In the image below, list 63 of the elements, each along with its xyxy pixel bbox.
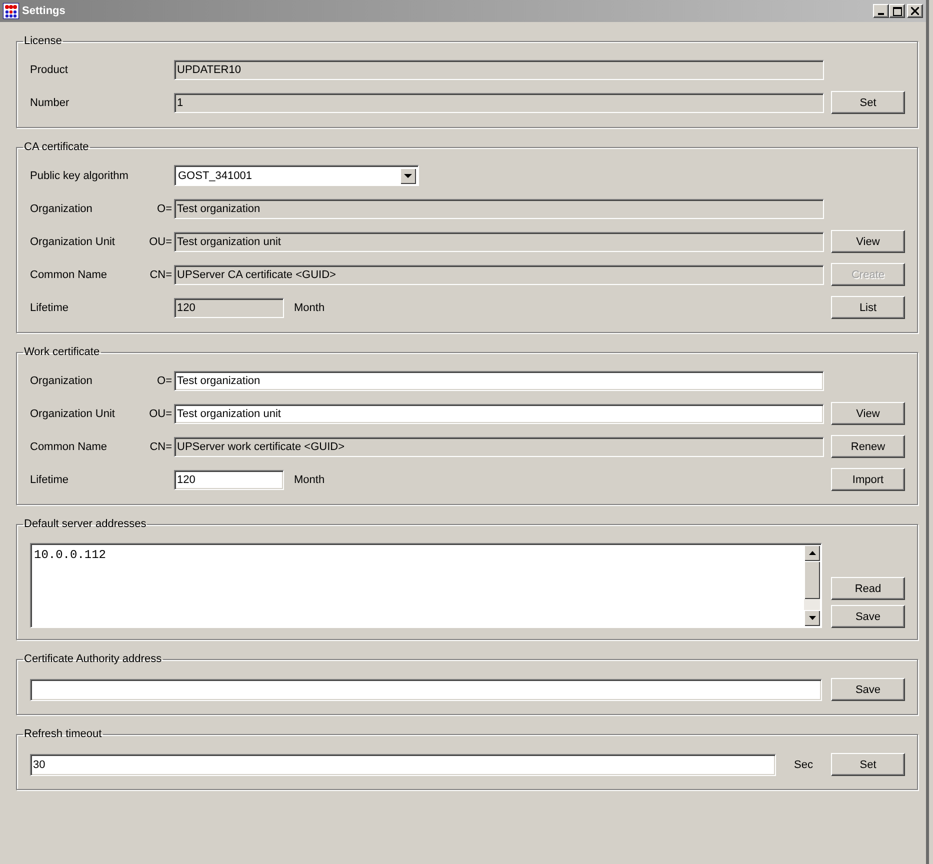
group-title: Work certificate: [23, 346, 101, 358]
algorithm-dropdown[interactable]: GOST_341001: [174, 165, 419, 186]
action-button[interactable]: Save: [831, 678, 905, 701]
unit-label: Month: [294, 302, 325, 314]
text-field[interactable]: Test organization: [174, 370, 824, 390]
field-prefix: CN=: [150, 440, 173, 452]
action-button[interactable]: Set: [831, 91, 905, 114]
up-arrow-icon: [808, 551, 816, 555]
field-label: Organization Unit: [30, 236, 116, 248]
app-icon: [3, 3, 19, 19]
action-button[interactable]: Read: [831, 577, 905, 600]
text-field[interactable]: Test organization: [174, 198, 824, 218]
text-field[interactable]: 120: [174, 298, 284, 318]
maximize-button[interactable]: [889, 4, 905, 18]
text-field[interactable]: UPServer work certificate <GUID>: [174, 436, 824, 456]
maximize-icon: [892, 6, 902, 16]
scrollbar-thumb[interactable]: [804, 561, 820, 599]
field-label: Lifetime: [30, 474, 70, 486]
minimize-button[interactable]: [873, 4, 889, 18]
field-prefix: CN=: [150, 268, 173, 280]
field-label: Lifetime: [30, 302, 70, 314]
action-button[interactable]: Save: [831, 605, 905, 628]
text-field[interactable]: [30, 678, 822, 700]
text-field[interactable]: UPServer CA certificate <GUID>: [174, 264, 824, 284]
text-field[interactable]: Test organization unit: [174, 404, 824, 424]
action-button[interactable]: View: [831, 402, 905, 425]
action-button[interactable]: Import: [831, 468, 905, 491]
window-title: Settings: [22, 5, 66, 17]
field-label: Organization Unit: [30, 408, 116, 420]
text-field[interactable]: Test organization unit: [174, 232, 824, 252]
group-title: Certificate Authority address: [23, 653, 163, 665]
action-button[interactable]: List: [831, 296, 905, 319]
field-prefix: OU=: [149, 408, 173, 420]
action-button[interactable]: View: [831, 230, 905, 253]
group-title: Default server addresses: [23, 518, 148, 530]
field-label: Product: [30, 64, 69, 76]
field-label: Number: [30, 96, 70, 108]
close-icon: [911, 7, 919, 15]
field-label: Organization: [30, 202, 94, 214]
text-field[interactable]: UPDATER10: [174, 60, 824, 80]
action-button[interactable]: Renew: [831, 435, 905, 458]
group-title: Refresh timeout: [23, 728, 103, 740]
unit-label: Month: [294, 474, 325, 486]
field-prefix: O=: [157, 374, 173, 386]
scroll-up-button[interactable]: [804, 545, 820, 561]
close-button[interactable]: [907, 4, 923, 18]
down-arrow-icon: [808, 616, 816, 620]
field-prefix: O=: [157, 202, 173, 214]
field-prefix: OU=: [149, 236, 173, 248]
text-field[interactable]: 120: [174, 470, 284, 490]
group-title: License: [23, 35, 63, 47]
field-label: Organization: [30, 374, 94, 386]
field-label: Common Name: [30, 440, 108, 452]
group-title: CA certificate: [23, 141, 90, 153]
address-list-field[interactable]: 10.0.0.112: [30, 543, 822, 628]
scrollbar[interactable]: [804, 545, 820, 626]
action-button[interactable]: Set: [831, 753, 905, 776]
scroll-down-button[interactable]: [804, 610, 820, 626]
field-label: Public key algorithm: [30, 170, 130, 182]
text-field[interactable]: 30: [30, 754, 776, 776]
unit-label: Sec: [793, 758, 814, 770]
field-label: Common Name: [30, 268, 108, 280]
text-field[interactable]: 1: [174, 92, 824, 112]
